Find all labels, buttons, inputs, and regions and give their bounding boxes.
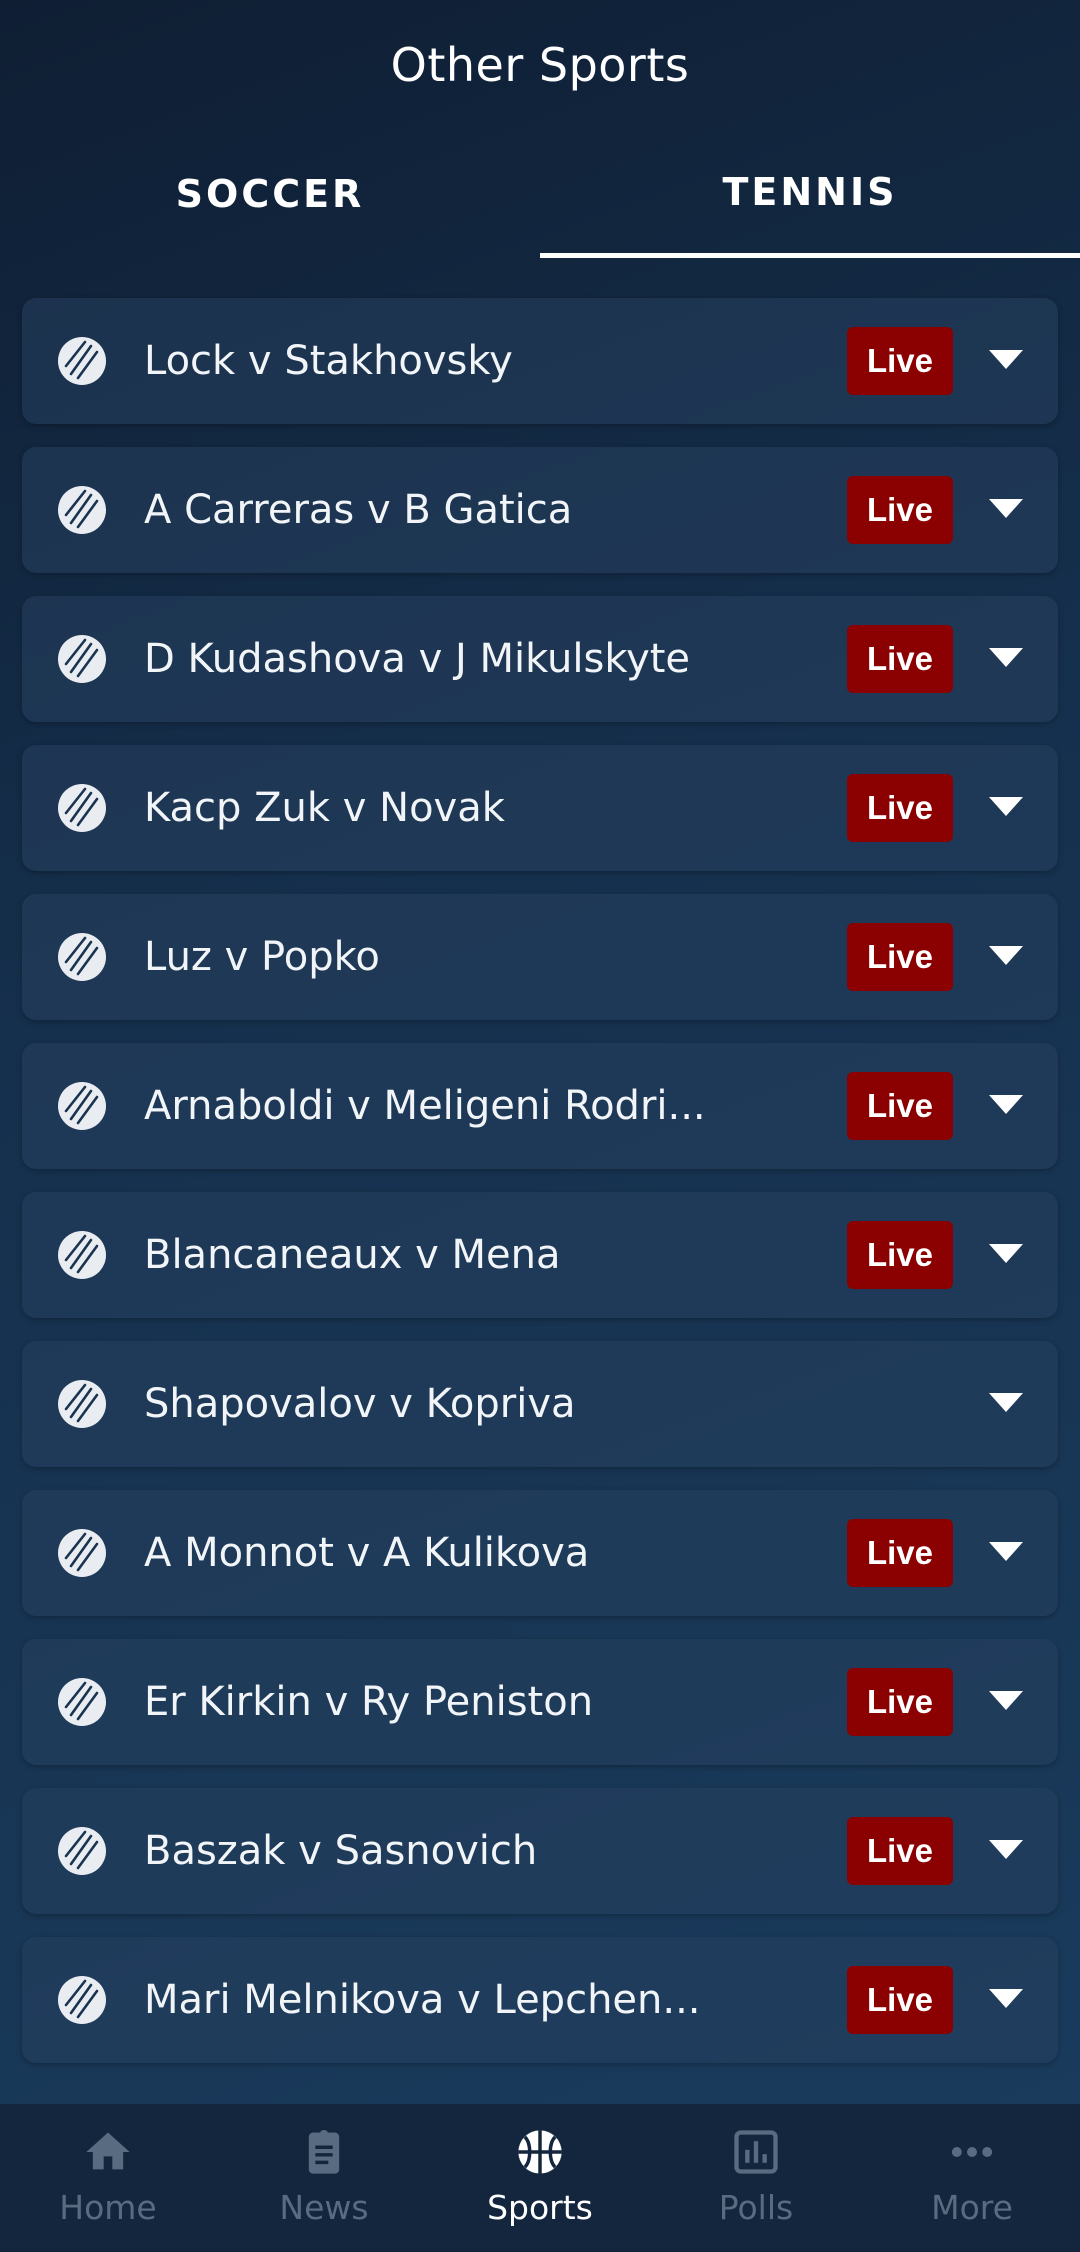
nav-sports[interactable]: Sports: [432, 2104, 648, 2252]
match-row[interactable]: A Carreras v B Gatica Live: [22, 447, 1058, 573]
tennis-ball-icon: [58, 1231, 106, 1279]
app-header: Other Sports: [0, 0, 1080, 130]
match-row[interactable]: Luz v Popko Live: [22, 894, 1058, 1020]
home-icon: [86, 2132, 130, 2170]
nav-home[interactable]: Home: [0, 2104, 216, 2252]
live-badge: Live: [847, 1519, 953, 1587]
nav-more-label: More: [931, 2188, 1013, 2227]
tennis-ball-icon: [58, 635, 106, 683]
nav-news-label: News: [279, 2188, 369, 2227]
chevron-down-icon[interactable]: [989, 1840, 1023, 1859]
clipboard-icon: [308, 2130, 340, 2174]
match-row[interactable]: A Monnot v A Kulikova Live: [22, 1490, 1058, 1616]
nav-sports-label: Sports: [487, 2188, 593, 2227]
match-row[interactable]: Blancaneaux v Mena Live: [22, 1192, 1058, 1318]
match-name: Lock v Stakhovsky: [144, 338, 513, 384]
live-badge: Live: [847, 476, 953, 544]
tennis-ball-icon: [58, 1380, 106, 1428]
live-badge: Live: [847, 1817, 953, 1885]
chevron-down-icon[interactable]: [989, 350, 1023, 369]
match-name: Mari Melnikova v Lepchen...: [144, 1977, 701, 2023]
tennis-ball-icon: [58, 1678, 106, 1726]
match-row[interactable]: Kacp Zuk v Novak Live: [22, 745, 1058, 871]
chevron-down-icon[interactable]: [989, 1989, 1023, 2008]
live-badge: Live: [847, 1221, 953, 1289]
match-row[interactable]: D Kudashova v J Mikulskyte Live: [22, 596, 1058, 722]
match-name: Arnaboldi v Meligeni Rodri...: [144, 1083, 706, 1129]
match-name: Blancaneaux v Mena: [144, 1232, 561, 1278]
tennis-ball-icon: [58, 486, 106, 534]
chevron-down-icon[interactable]: [989, 1393, 1023, 1412]
match-row[interactable]: Baszak v Sasnovich Live: [22, 1788, 1058, 1914]
tennis-ball-icon: [58, 784, 106, 832]
poll-icon: [734, 2130, 778, 2174]
tab-soccer[interactable]: SOCCER: [0, 130, 540, 258]
bottom-nav: Home News Sports Polls More: [0, 2104, 1080, 2252]
chevron-down-icon[interactable]: [989, 1542, 1023, 1561]
more-dots-icon: [951, 2147, 993, 2157]
live-badge: Live: [847, 1966, 953, 2034]
live-badge: Live: [847, 327, 953, 395]
tennis-ball-icon: [58, 1827, 106, 1875]
nav-home-label: Home: [59, 2188, 157, 2227]
chevron-down-icon[interactable]: [989, 1691, 1023, 1710]
chevron-down-icon[interactable]: [989, 946, 1023, 965]
nav-news[interactable]: News: [216, 2104, 432, 2252]
chevron-down-icon[interactable]: [989, 1244, 1023, 1263]
live-badge: Live: [847, 923, 953, 991]
tennis-ball-icon: [58, 1529, 106, 1577]
chevron-down-icon[interactable]: [989, 797, 1023, 816]
chevron-down-icon[interactable]: [989, 648, 1023, 667]
match-name: A Monnot v A Kulikova: [144, 1530, 590, 1576]
match-name: D Kudashova v J Mikulskyte: [144, 636, 691, 682]
page-title: Other Sports: [390, 38, 690, 92]
tennis-ball-icon: [58, 1976, 106, 2024]
match-name: Kacp Zuk v Novak: [144, 785, 505, 831]
match-name: A Carreras v B Gatica: [144, 487, 573, 533]
tennis-ball-icon: [58, 337, 106, 385]
tennis-ball-icon: [58, 1082, 106, 1130]
live-badge: Live: [847, 774, 953, 842]
chevron-down-icon[interactable]: [989, 1095, 1023, 1114]
nav-more[interactable]: More: [864, 2104, 1080, 2252]
tennis-ball-icon: [58, 933, 106, 981]
match-name: Er Kirkin v Ry Peniston: [144, 1679, 594, 1725]
match-row[interactable]: Lock v Stakhovsky Live: [22, 298, 1058, 424]
match-row[interactable]: Arnaboldi v Meligeni Rodri... Live: [22, 1043, 1058, 1169]
nav-polls[interactable]: Polls: [648, 2104, 864, 2252]
match-row[interactable]: Mari Melnikova v Lepchen... Live: [22, 1937, 1058, 2063]
live-badge: Live: [847, 1072, 953, 1140]
nav-polls-label: Polls: [718, 2188, 794, 2227]
basketball-icon: [518, 2130, 562, 2174]
tab-tennis[interactable]: TENNIS: [540, 130, 1080, 258]
live-badge: Live: [847, 1668, 953, 1736]
match-row[interactable]: Er Kirkin v Ry Peniston Live: [22, 1639, 1058, 1765]
live-badge: Live: [847, 625, 953, 693]
match-name: Baszak v Sasnovich: [144, 1828, 538, 1874]
match-name: Luz v Popko: [144, 934, 380, 980]
match-row[interactable]: Shapovalov v Kopriva: [22, 1341, 1058, 1467]
chevron-down-icon[interactable]: [989, 499, 1023, 518]
sport-tabs: SOCCER TENNIS: [0, 130, 1080, 258]
match-name: Shapovalov v Kopriva: [144, 1381, 576, 1427]
